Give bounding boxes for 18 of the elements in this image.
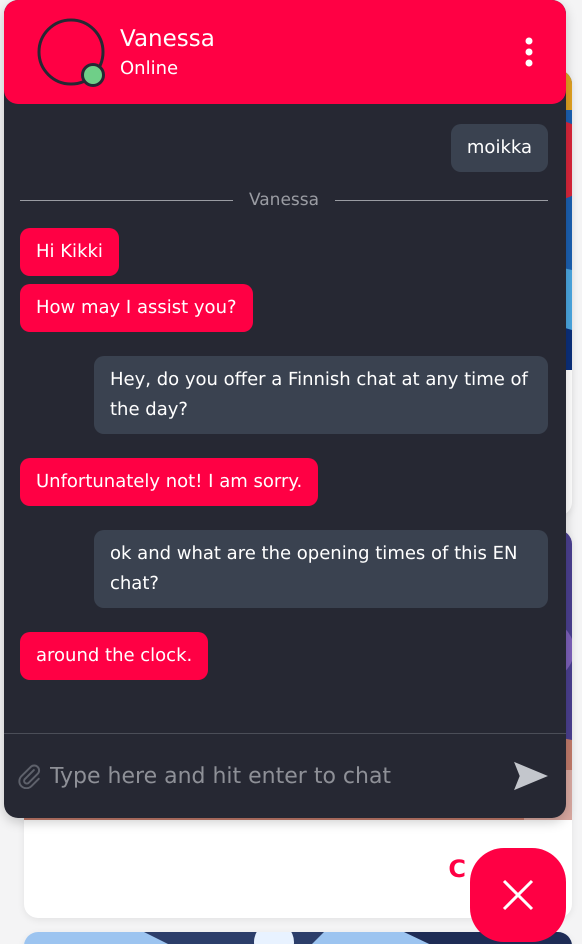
user-message: Hey, do you offer a Finnish chat at any time of the day? [94,356,548,434]
send-icon[interactable] [512,760,550,792]
agent-message: around the clock. [20,632,208,680]
sender-label: Vanessa [248,190,320,210]
card-text: C [448,855,466,883]
agent-name: Vanessa [120,26,215,52]
close-button[interactable] [470,848,566,942]
user-message: ok and what are the opening times of this EN chat? [94,530,548,608]
avatar-icon [36,17,106,87]
close-icon [501,878,535,912]
agent-message: Unfortunately not! I am sorry. [20,458,318,506]
more-menu-icon[interactable] [524,36,534,68]
agent-message: How may I assist you? [20,284,253,332]
agent-message: Hi Kikki [20,228,119,276]
agent-status: Online [120,58,180,78]
paperclip-icon[interactable] [16,763,42,789]
user-message: moikka [450,124,548,172]
message-input[interactable]: Type here and hit enter to chat [50,764,504,788]
